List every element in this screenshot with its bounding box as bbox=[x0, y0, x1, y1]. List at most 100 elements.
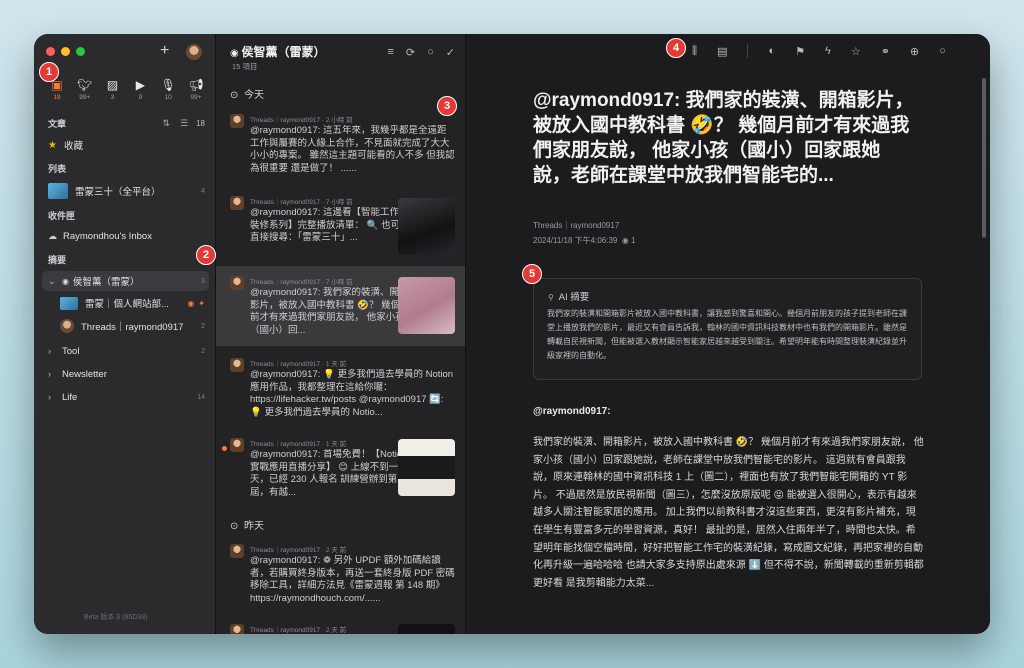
add-icon[interactable]: + bbox=[160, 42, 169, 60]
theme-icon[interactable]: ◐ bbox=[768, 45, 775, 57]
megaphone-icon: 📢︎ bbox=[188, 78, 204, 92]
sidebar-item-list[interactable]: 雷蒙三十（全平台） 4 bbox=[48, 180, 205, 202]
check-circle-icon[interactable]: ⊙ bbox=[230, 521, 238, 532]
lightning-icon[interactable]: ϟ bbox=[825, 45, 831, 57]
audio-wave-icon[interactable]: ⫼ bbox=[692, 45, 697, 58]
circle-icon[interactable]: ○ bbox=[939, 45, 946, 57]
avatar bbox=[230, 196, 244, 210]
day-label: 昨天 bbox=[243, 521, 264, 532]
chevron-right-icon[interactable]: › bbox=[48, 346, 58, 356]
list-item-selected[interactable]: Threads｜raymond0917 · 7 小時 前 @raymond091… bbox=[216, 266, 465, 346]
rocket-icon: ✦ bbox=[198, 298, 205, 308]
filter-icon[interactable]: ☰ bbox=[180, 118, 188, 129]
document-icon[interactable]: ▤ bbox=[717, 45, 727, 58]
entry-meta: Threads｜raymond0917 · 7 小時 前 bbox=[250, 279, 353, 286]
source-twitter[interactable]: 🐦︎ 99+ bbox=[72, 78, 98, 101]
toolbar-divider bbox=[747, 44, 749, 58]
circle-icon[interactable]: ○ bbox=[427, 46, 434, 59]
marker-4: 4 bbox=[666, 38, 686, 58]
link-icon[interactable]: ⚭ bbox=[881, 45, 890, 58]
sidebar-item-starred[interactable]: ★ 收藏 bbox=[48, 136, 205, 154]
list-item[interactable]: Threads｜raymond0917 · 2 天 前 bbox=[216, 618, 465, 634]
bookmark-flag-icon[interactable]: ⚑ bbox=[795, 45, 805, 58]
sidebar-item-label: 侯智薰（雷蒙） bbox=[72, 277, 140, 288]
source-count: 99+ bbox=[190, 94, 202, 101]
list-item[interactable]: Threads｜raymond0917 · 1 天 前 @raymond0917… bbox=[216, 432, 465, 512]
sidebar-item-label: 收藏 bbox=[63, 141, 83, 152]
section-title: 收件匣 bbox=[48, 210, 76, 221]
entry-text: @raymond0917: 首場免費！【Notion 實戰應用直播分享】 😊 上… bbox=[250, 449, 408, 498]
refresh-icon[interactable]: ⟳ bbox=[406, 46, 415, 59]
sidebar: + ▣ 19 🐦︎ 99+ ▨ 3 ▶ 9 🎙︎ 10 📢︎ 99+ 文章 ⇅ … bbox=[34, 34, 215, 634]
reader-pane: ⫼ ▤ ◐ ⚑ ϟ ☆ ⚭ ⊕ ○ @raymond0917: 我們家的裝潢、開… bbox=[466, 34, 990, 634]
digest-header: 摘要 bbox=[48, 250, 205, 268]
entry-thumbnail bbox=[398, 277, 455, 334]
entry-meta: Threads｜raymond0917 · 1 天 前 bbox=[250, 361, 347, 368]
scrollbar[interactable] bbox=[982, 78, 986, 238]
entry-meta: Threads｜raymond0917 · 1 天 前 bbox=[250, 441, 347, 448]
ai-summary-card: ⚲ AI 摘要 我們家的裝潢和開箱影片被放入國中教科書，讓我感到驚喜和開心。幾個… bbox=[533, 278, 922, 380]
article-source[interactable]: Threads｜raymond0917 bbox=[533, 220, 619, 231]
marker-5: 5 bbox=[522, 264, 542, 284]
source-podcast[interactable]: 🎙︎ 10 bbox=[155, 78, 181, 101]
list-item[interactable]: Threads｜raymond0917 · 1 天 前 @raymond0917… bbox=[216, 346, 465, 432]
day-header-today: ⊙ 今天 bbox=[230, 86, 264, 101]
item-count: 2 bbox=[201, 347, 205, 355]
source-youtube[interactable]: ▶ 9 bbox=[127, 78, 153, 101]
sidebar-item-label: Threads｜raymond0917 bbox=[81, 322, 184, 333]
source-announcement[interactable]: 📢︎ 99+ bbox=[183, 78, 209, 101]
chevron-right-icon[interactable]: › bbox=[48, 369, 58, 379]
sidebar-folder-life[interactable]: › Life 14 bbox=[48, 388, 205, 406]
minimize-window-button[interactable] bbox=[61, 47, 70, 56]
article-author: @raymond0917: bbox=[533, 406, 611, 417]
sort-icon[interactable]: ⇅ bbox=[162, 118, 170, 129]
entry-text: @raymond0917: ❁ 另外 UPDF 額外加碼給讀者，若購買終身版本，… bbox=[250, 555, 455, 604]
avatar bbox=[230, 438, 244, 452]
chevron-down-icon[interactable]: ⌄ bbox=[48, 276, 58, 287]
sidebar-item-label: Raymondhou's Inbox bbox=[63, 230, 152, 242]
rss-icon: ◉ bbox=[187, 298, 195, 308]
source-count: 19 bbox=[53, 94, 61, 101]
unread-indicator bbox=[222, 446, 227, 451]
sidebar-folder-tool[interactable]: › Tool 2 bbox=[48, 342, 205, 360]
item-count: 4 bbox=[201, 187, 205, 195]
website-thumbnail bbox=[60, 296, 78, 310]
list-item[interactable]: Threads｜raymond0917 · 2 天 前 @raymond0917… bbox=[216, 536, 465, 616]
list-item[interactable]: Threads｜raymond0917 · 7 小時 前 @raymond091… bbox=[216, 186, 465, 266]
article-list: ◉ 侯智薰（雷蒙） 15 項目 ≡ ⟳ ○ ✓ ⊙ 今天 Threads｜ray… bbox=[215, 34, 466, 634]
text-align-icon[interactable]: ≡ bbox=[387, 46, 393, 59]
sidebar-item-label: Tool bbox=[62, 345, 80, 357]
reader-toolbar: ⫼ ▤ ◐ ⚑ ϟ ☆ ⚭ ⊕ ○ bbox=[692, 44, 946, 58]
youtube-icon: ▶ bbox=[135, 78, 145, 92]
zoom-window-button[interactable] bbox=[76, 47, 85, 56]
sidebar-item-inbox[interactable]: ☁ Raymondhou's Inbox bbox=[48, 227, 205, 245]
sidebar-folder-newsletter[interactable]: › Newsletter bbox=[48, 365, 205, 383]
source-count: 9 bbox=[138, 94, 143, 101]
list-toolbar: ≡ ⟳ ○ ✓ bbox=[387, 46, 455, 59]
avatar bbox=[230, 358, 244, 372]
list-item[interactable]: Threads｜raymond0917 · 2 小時 前 @raymond091… bbox=[216, 106, 465, 186]
globe-icon[interactable]: ⊕ bbox=[910, 45, 919, 58]
sidebar-item-label: Newsletter bbox=[62, 368, 107, 380]
article-title: @raymond0917: 我們家的裝潢、開箱影片，被放入國中教科書 🤣？ 幾個… bbox=[533, 90, 914, 186]
entry-text: @raymond0917: 這五年來，我幾乎都是全遠距工作與屬賽的人緣上合作，不… bbox=[250, 125, 455, 174]
sidebar-group-author[interactable]: ⌄ ◉ 侯智薰（雷蒙） 3 bbox=[48, 272, 205, 290]
item-count-label: 15 項目 bbox=[232, 62, 258, 71]
entry-thumbnail bbox=[398, 439, 455, 496]
avatar[interactable] bbox=[186, 44, 202, 60]
close-window-button[interactable] bbox=[46, 47, 55, 56]
avatar bbox=[230, 544, 244, 558]
sidebar-item-website[interactable]: 雷蒙｜個人網站部... ◉ ✦ bbox=[60, 294, 205, 312]
entry-meta: Threads｜raymond0917 · 2 天 前 bbox=[250, 627, 347, 634]
sidebar-item-threads[interactable]: Threads｜raymond0917 2 bbox=[60, 317, 205, 335]
articles-count: 18 bbox=[196, 118, 205, 128]
radio-icon: ◉ bbox=[230, 48, 242, 59]
version-label: Beta 版本 β (85D38) bbox=[84, 614, 148, 621]
check-circle-icon[interactable]: ✓ bbox=[446, 46, 455, 59]
list-title: ◉ 侯智薰（雷蒙） bbox=[230, 43, 326, 60]
source-images[interactable]: ▨ 3 bbox=[100, 78, 126, 101]
star-outline-icon[interactable]: ☆ bbox=[851, 45, 861, 58]
check-circle-icon[interactable]: ⊙ bbox=[230, 90, 238, 101]
chevron-right-icon[interactable]: › bbox=[48, 392, 58, 402]
source-filter-bar: ▣ 19 🐦︎ 99+ ▨ 3 ▶ 9 🎙︎ 10 📢︎ 99+ bbox=[44, 78, 209, 101]
